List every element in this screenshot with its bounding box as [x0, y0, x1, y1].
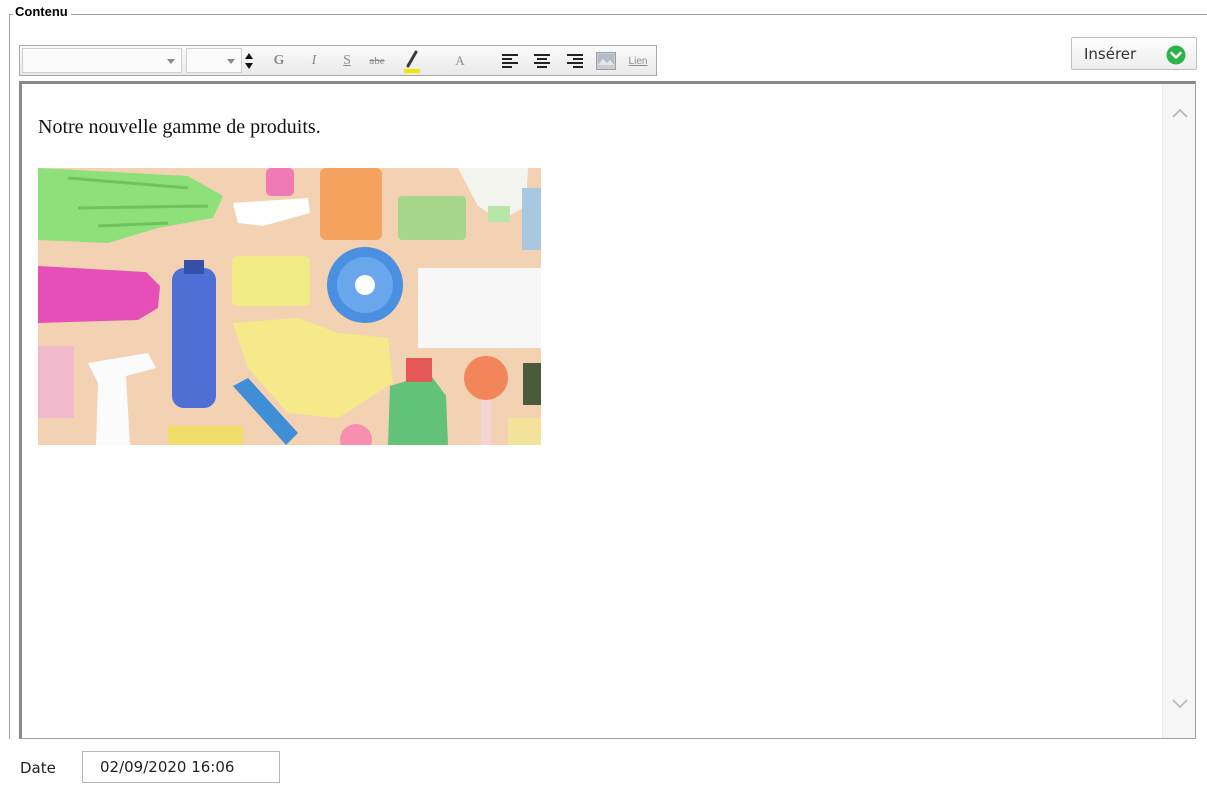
font-size-stepper[interactable] — [242, 50, 256, 72]
link-button[interactable]: Lien — [625, 50, 651, 72]
chevron-down-icon[interactable] — [1172, 699, 1188, 709]
bold-button[interactable]: G — [271, 50, 287, 72]
editor-content[interactable]: Notre nouvelle gamme de produits. — [22, 84, 1162, 738]
insert-button[interactable]: Insérer — [1071, 37, 1197, 70]
align-center-icon — [534, 54, 550, 68]
align-right-icon — [567, 54, 583, 68]
date-label: Date — [20, 759, 56, 777]
align-right-button[interactable] — [564, 50, 586, 72]
insert-image-button[interactable] — [594, 50, 618, 72]
date-field[interactable]: 02/09/2020 16:06 — [82, 751, 280, 783]
rich-text-editor[interactable]: Notre nouvelle gamme de produits. — [19, 81, 1196, 739]
underline-button[interactable]: S — [340, 50, 354, 72]
rich-text-toolbar: G I S abe A Lien — [19, 45, 657, 76]
section-title: Contenu — [13, 4, 71, 20]
highlighter-icon — [404, 50, 420, 73]
font-size-select[interactable] — [186, 48, 242, 73]
align-center-button[interactable] — [531, 50, 553, 72]
chevron-down-icon — [167, 59, 175, 64]
highlight-button[interactable] — [400, 50, 424, 73]
up-down-arrows-icon — [245, 53, 253, 69]
chevron-down-circle-icon — [1166, 45, 1186, 68]
insert-button-label: Insérer — [1084, 44, 1137, 63]
strikethrough-button[interactable]: abe — [364, 50, 390, 72]
align-left-icon — [502, 54, 518, 68]
align-left-button[interactable] — [499, 50, 521, 72]
font-family-select[interactable] — [22, 48, 182, 73]
cleaning-products-photo[interactable] — [38, 168, 541, 445]
vertical-scrollbar[interactable] — [1162, 84, 1195, 738]
italic-button[interactable]: I — [307, 50, 321, 72]
chevron-up-icon[interactable] — [1172, 108, 1188, 118]
image-icon — [596, 52, 616, 70]
chevron-down-icon — [227, 59, 235, 64]
editor-paragraph: Notre nouvelle gamme de produits. — [38, 116, 321, 138]
font-color-button[interactable]: A — [452, 50, 468, 72]
